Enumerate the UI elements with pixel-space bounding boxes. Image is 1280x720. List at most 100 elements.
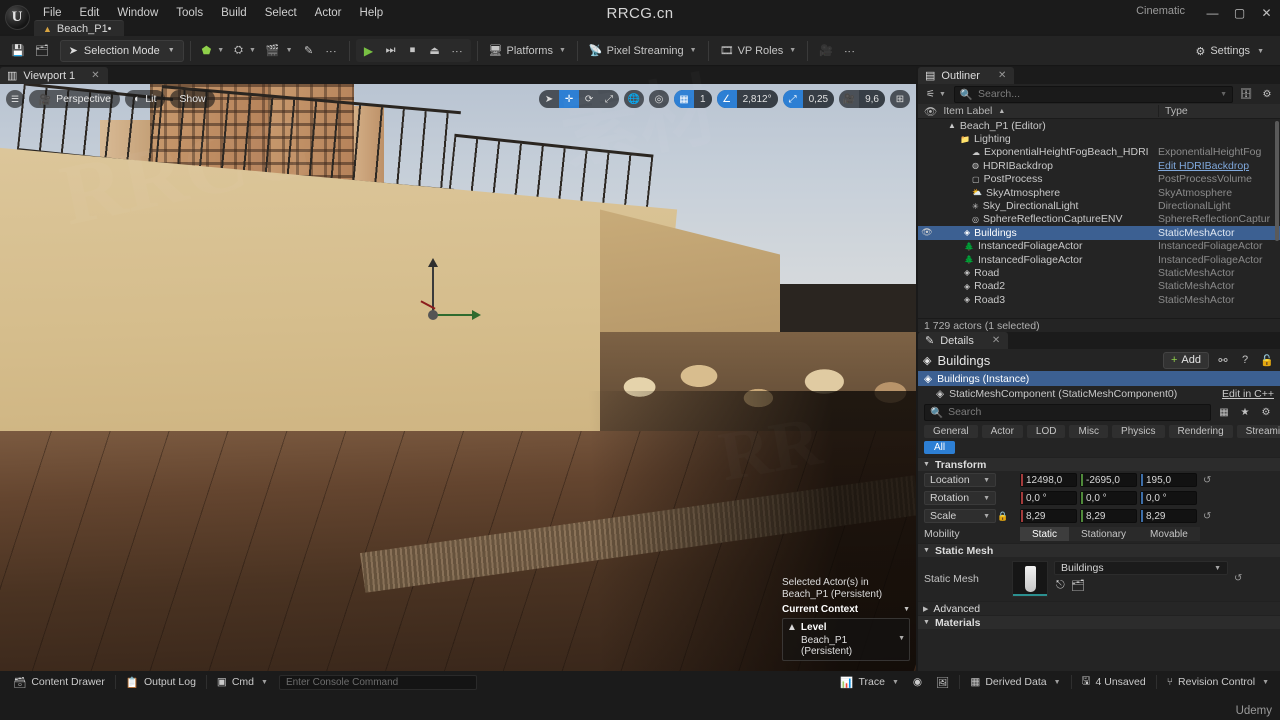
close-icon[interactable]: ✕: [998, 70, 1006, 81]
viewmode-dropdown[interactable]: ◐ Lit: [124, 90, 166, 108]
add-component-button[interactable]: + Add: [1162, 351, 1209, 369]
outliner-search-input[interactable]: 🔍 Search... ▼: [953, 85, 1233, 103]
select-tool-icon[interactable]: ➤: [539, 90, 559, 108]
rotation-x-input[interactable]: 0,0 °: [1020, 491, 1077, 505]
translate-tool-icon[interactable]: ✛: [559, 90, 580, 108]
level-tab[interactable]: ▲ Beach_P1•: [34, 20, 124, 36]
scale-reset-icon[interactable]: ↺: [1203, 511, 1211, 522]
maximize-viewport-icon[interactable]: ⊞: [890, 90, 910, 108]
show-dropdown[interactable]: Show: [170, 90, 215, 108]
outliner-row-exponentialheightfogbeach-hdri[interactable]: ☁ ExponentialHeightFogBeach_HDRI Exponenti…: [918, 146, 1280, 159]
menu-select[interactable]: Select: [256, 4, 306, 22]
rotation-y-input[interactable]: 0,0 °: [1080, 491, 1137, 505]
filter-chip-lod[interactable]: LOD: [1026, 425, 1066, 438]
outliner-row-buildings[interactable]: 👁 ◈ Buildings StaticMeshActor: [918, 226, 1280, 240]
scale-tool-icon[interactable]: ⤢: [599, 90, 619, 108]
col-type-label[interactable]: Type: [1158, 105, 1280, 117]
component-instance-row[interactable]: ◈ Buildings (Instance): [918, 371, 1280, 386]
outliner-row-postprocess[interactable]: ▢ PostProcess PostProcessVolume: [918, 173, 1280, 186]
close-button[interactable]: ✕: [1253, 0, 1280, 26]
perspective-dropdown[interactable]: 🎥 Perspective: [29, 90, 120, 108]
performance-icon[interactable]: ◉: [906, 674, 929, 691]
unreal-logo-icon[interactable]: U: [0, 0, 34, 34]
outliner-row-instancedfoliageactor[interactable]: 🌲 InstancedFoliageActor InstancedFoliageAc…: [918, 240, 1280, 253]
details-filter-tabs[interactable]: General Actor LOD Misc Physics Rendering Strea…: [918, 423, 1280, 440]
menu-tools[interactable]: Tools: [167, 4, 212, 22]
camera-speed-icon[interactable]: 🎥: [839, 90, 859, 108]
outliner-tab[interactable]: ▤ Outliner ✕: [918, 67, 1015, 84]
output-log-button[interactable]: 📋 Output Log: [119, 674, 203, 691]
edit-in-cpp-link[interactable]: Edit in C++: [1222, 388, 1280, 400]
selection-mode-button[interactable]: ➤ Selection Mode ▼: [59, 39, 184, 62]
filter-chip-rendering[interactable]: Rendering: [1168, 425, 1233, 438]
filter-chip-misc[interactable]: Misc: [1069, 425, 1109, 438]
cinematics-button[interactable]: 🎬 ▼: [261, 40, 298, 62]
vcam-button[interactable]: 🎥: [814, 40, 838, 62]
save-icon[interactable]: 💾: [6, 40, 30, 62]
toolbar-overflow-button[interactable]: ⋮: [320, 40, 343, 62]
stop-button[interactable]: ⏹: [402, 40, 424, 62]
content-drawer-button[interactable]: 🗃 Content Drawer: [6, 674, 112, 691]
outliner-row-road3[interactable]: ◈ Road3 StaticMeshActor: [918, 293, 1280, 306]
surface-snap-icon[interactable]: ◎: [649, 90, 669, 108]
chevron-down-icon[interactable]: ▼: [1220, 91, 1227, 98]
scale-y-input[interactable]: 8,29: [1080, 509, 1137, 523]
outliner-row-spherereflectioncaptureenv[interactable]: ◎ SphereReflectionCaptureENV SphereReflect…: [918, 213, 1280, 226]
outliner-row-beach-p1-editor-[interactable]: ▲ Beach_P1 (Editor): [918, 119, 1280, 132]
world-space-icon[interactable]: 🌐: [624, 90, 644, 108]
details-tab[interactable]: ✎ Details ✕: [918, 332, 1009, 349]
details-settings-icon[interactable]: ⚙: [1258, 404, 1274, 420]
staticmesh-section-header[interactable]: ▼ Static Mesh: [918, 543, 1280, 557]
derived-data-button[interactable]: ▦ Derived Data ▼: [963, 674, 1067, 691]
transform-section-header[interactable]: ▼ Transform: [918, 457, 1280, 471]
camera-speed-value[interactable]: 9,6: [859, 90, 885, 108]
minimize-button[interactable]: —: [1199, 0, 1226, 26]
angle-snap-icon[interactable]: ∠: [716, 90, 737, 108]
settings-button[interactable]: ⚙ Settings ▼: [1187, 40, 1272, 62]
outliner-snapshot-icon[interactable]: 🗄: [1238, 86, 1254, 102]
menu-help[interactable]: Help: [351, 4, 393, 22]
unsaved-button[interactable]: 🖫 4 Unsaved: [1075, 674, 1153, 691]
outliner-row-sky-directionallight[interactable]: ✳ Sky_DirectionalLight DirectionalLight: [918, 199, 1280, 212]
outliner-settings-icon[interactable]: ⚙: [1259, 86, 1275, 102]
grid-snap-icon[interactable]: ▦: [674, 90, 695, 108]
outliner-row-road2[interactable]: ◈ Road2 StaticMeshActor: [918, 280, 1280, 293]
eye-icon[interactable]: 👁: [924, 105, 937, 118]
outliner-row-road[interactable]: ◈ Road StaticMeshActor: [918, 266, 1280, 279]
grid-snap-value[interactable]: 1: [694, 90, 712, 108]
blueprint-icon[interactable]: ⚯: [1215, 352, 1231, 368]
rotation-z-input[interactable]: 0,0 °: [1140, 491, 1197, 505]
col-item-label[interactable]: Item Label: [943, 105, 992, 117]
sequencer-button[interactable]: ✎: [298, 40, 320, 62]
scale-snap-value[interactable]: 0,25: [802, 90, 835, 108]
filter-chip-actor[interactable]: Actor: [981, 425, 1023, 438]
trace-button[interactable]: 📊 Trace ▼: [833, 674, 905, 691]
outliner-row-skyatmosphere[interactable]: ⛅ SkyAtmosphere SkyAtmosphere: [918, 186, 1280, 199]
mobility-static-button[interactable]: Static: [1020, 527, 1070, 541]
outliner-row-list[interactable]: ▲ Beach_P1 (Editor) 📁 Lighting ☁ ExponentialH…: [918, 119, 1280, 309]
viewport-tab[interactable]: ▥ Viewport 1 ✕: [0, 67, 108, 84]
filter-chip-physics[interactable]: Physics: [1112, 425, 1165, 438]
filter-button[interactable]: ⚟ ▼: [923, 89, 949, 100]
materials-section-header[interactable]: ▼ Materials: [918, 615, 1280, 629]
outliner-row-instancedfoliageactor[interactable]: 🌲 InstancedFoliageActor InstancedFoliageAc…: [918, 253, 1280, 266]
play-button[interactable]: ▶: [358, 40, 380, 62]
maximize-button[interactable]: ▢: [1226, 0, 1253, 26]
pixel-streaming-button[interactable]: 📡 Pixel Streaming ▼: [584, 40, 702, 62]
component-staticmesh-row[interactable]: ◈ StaticMeshComponent (StaticMeshCompone…: [918, 386, 1280, 401]
rotation-dropdown[interactable]: Rotation ▼: [924, 491, 996, 505]
scale-lock-icon[interactable]: 🔒: [996, 511, 1010, 522]
location-dropdown[interactable]: Location ▼: [924, 473, 996, 487]
advanced-section-header[interactable]: ▶ Advanced: [918, 601, 1280, 615]
eject-button[interactable]: ⏏: [424, 40, 446, 62]
location-y-input[interactable]: -2695,0: [1080, 473, 1137, 487]
close-icon[interactable]: ✕: [992, 335, 1000, 346]
outliner-scrollbar[interactable]: [1275, 121, 1279, 241]
add-actor-button[interactable]: ⬟ ▼: [197, 40, 230, 62]
details-columns-icon[interactable]: ▦: [1216, 404, 1232, 420]
filter-chip-all[interactable]: All: [924, 441, 956, 454]
eye-icon[interactable]: 👁: [918, 227, 936, 238]
cmd-dropdown-button[interactable]: ▣ Cmd ▼: [210, 674, 275, 691]
viewport-options-icon[interactable]: ☰: [6, 90, 24, 108]
viewport-3d[interactable]: ☰ 🎥 Perspective ◐ Lit Show ➤ ✛ ⟳ ⤢ 🌐 ◎ ▦…: [0, 84, 916, 671]
